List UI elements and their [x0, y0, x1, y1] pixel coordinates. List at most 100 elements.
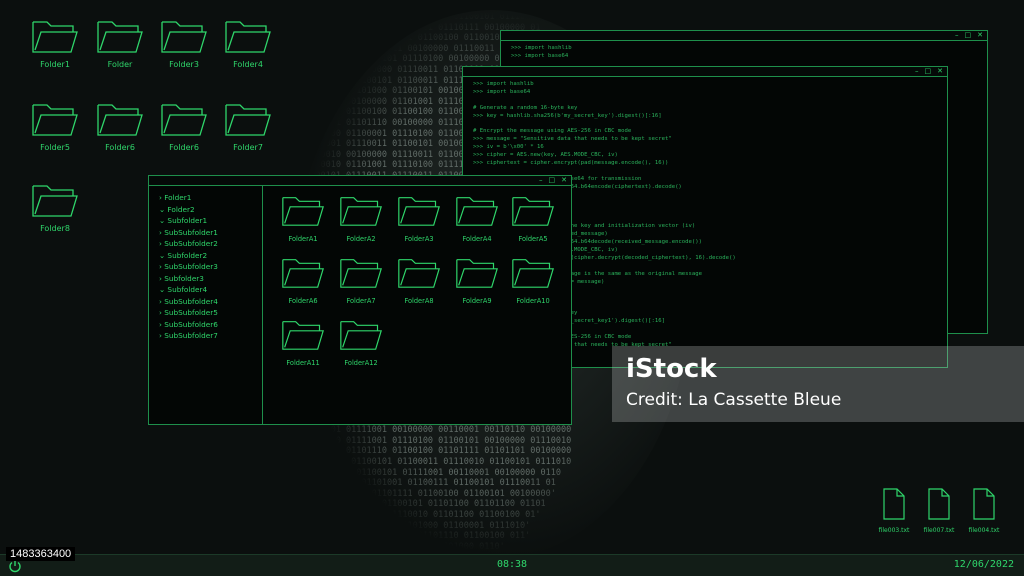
folder-icon: [23, 182, 87, 218]
folder-label: FolderA7: [346, 297, 376, 305]
file-explorer-window[interactable]: – □ ✕ › Folder1 ⌄ Folder2 ⌄ Subfolder1 › …: [148, 175, 572, 425]
tree-item[interactable]: › SubSubfolder6: [159, 319, 262, 331]
minimize-icon[interactable]: –: [955, 31, 959, 40]
tree-item[interactable]: ⌄ Subfolder1: [159, 215, 262, 227]
file-label: file003.txt: [878, 527, 910, 534]
tree-item[interactable]: ⌄ Subfolder4: [159, 284, 262, 296]
folder-label: Folder8: [40, 224, 70, 233]
folder-label: Folder6: [105, 143, 135, 152]
folder-label: Folder4: [233, 60, 263, 69]
folder-label: Folder5: [40, 143, 70, 152]
tree-item[interactable]: › Subfolder3: [159, 273, 262, 285]
window-titlebar[interactable]: – □ ✕: [149, 176, 571, 186]
folder-icon: [152, 18, 216, 54]
folder-icon: [397, 197, 441, 231]
maximize-icon[interactable]: □: [925, 67, 932, 76]
desktop-folder[interactable]: Folder3: [152, 18, 216, 69]
close-icon[interactable]: ✕: [561, 176, 567, 185]
folder-label: FolderA8: [404, 297, 434, 305]
folder-icon: [23, 101, 87, 137]
file-icon: [928, 488, 950, 524]
folder-icon: [455, 197, 499, 231]
folder-item[interactable]: FolderA3: [393, 194, 445, 243]
file-icon: [973, 488, 995, 524]
file-label: file007.txt: [923, 527, 955, 534]
text-file[interactable]: file007.txt: [917, 488, 961, 534]
tree-item[interactable]: › SubSubfolder2: [159, 238, 262, 250]
close-icon[interactable]: ✕: [977, 31, 983, 40]
folder-item[interactable]: FolderA6: [277, 256, 329, 305]
watermark-banner: iStock Credit: La Cassette Bleue: [612, 346, 1024, 422]
folder-item[interactable]: FolderA12: [335, 318, 387, 367]
maximize-icon[interactable]: □: [549, 176, 556, 185]
folder-icon: [339, 259, 383, 293]
folder-label: FolderA3: [404, 235, 434, 243]
folder-icon: [281, 259, 325, 293]
file-icon: [883, 488, 905, 524]
text-file[interactable]: file004.txt: [962, 488, 1006, 534]
folder-icon: [281, 321, 325, 355]
desktop-folder[interactable]: Folder8: [23, 182, 87, 233]
folder-icon: [281, 197, 325, 231]
tree-item[interactable]: › Folder1: [159, 192, 262, 204]
folder-icon: [23, 18, 87, 54]
folder-icon: [216, 18, 280, 54]
credit-text: Credit: La Cassette Bleue: [626, 390, 842, 410]
tree-item[interactable]: ⌄ Folder2: [159, 204, 262, 216]
desktop-folder[interactable]: Folder5: [23, 101, 87, 152]
desktop-folder[interactable]: Folder1: [23, 18, 87, 69]
folder-icon: [88, 18, 152, 54]
stock-id-label: 1483363400: [6, 547, 76, 561]
desktop-folder[interactable]: Folder4: [216, 18, 280, 69]
folder-icon: [216, 101, 280, 137]
folder-icon: [397, 259, 441, 293]
folder-icon: [88, 101, 152, 137]
desktop-folder[interactable]: Folder6: [152, 101, 216, 152]
minimize-icon[interactable]: –: [539, 176, 543, 185]
folder-label: FolderA2: [346, 235, 376, 243]
folder-item[interactable]: FolderA5: [507, 194, 559, 243]
tree-item[interactable]: ⌄ Subfolder2: [159, 250, 262, 262]
folder-icon: [339, 321, 383, 355]
folder-item[interactable]: FolderA1: [277, 194, 329, 243]
minimize-icon[interactable]: –: [915, 67, 919, 76]
folder-label: Folder6: [169, 143, 199, 152]
folder-tree: › Folder1 ⌄ Folder2 ⌄ Subfolder1 › SubSub…: [149, 186, 263, 424]
folder-item[interactable]: FolderA10: [507, 256, 559, 305]
folder-label: Folder: [107, 60, 133, 69]
folder-item[interactable]: FolderA9: [451, 256, 503, 305]
taskbar: 08:38 12/06/2022: [0, 554, 1024, 576]
folder-label: Folder7: [233, 143, 263, 152]
folder-icon: [511, 259, 555, 293]
folder-icon: [152, 101, 216, 137]
folder-contents: FolderA1 FolderA2 FolderA3 FolderA4 FolderA5…: [263, 186, 571, 424]
tree-item[interactable]: › SubSubfolder7: [159, 330, 262, 342]
maximize-icon[interactable]: □: [965, 31, 972, 40]
desktop-folder[interactable]: Folder6: [88, 101, 152, 152]
folder-item[interactable]: FolderA2: [335, 194, 387, 243]
close-icon[interactable]: ✕: [937, 67, 943, 76]
folder-icon: [511, 197, 555, 231]
clock-date: 12/06/2022: [953, 559, 1014, 570]
folder-label: FolderA9: [462, 297, 492, 305]
window-titlebar[interactable]: – □ ✕: [501, 31, 987, 41]
text-file[interactable]: file003.txt: [872, 488, 916, 534]
folder-item[interactable]: FolderA7: [335, 256, 387, 305]
folder-label: FolderA4: [462, 235, 492, 243]
folder-icon: [455, 259, 499, 293]
tree-item[interactable]: › SubSubfolder1: [159, 227, 262, 239]
desktop-folder[interactable]: Folder7: [216, 101, 280, 152]
tree-item[interactable]: › SubSubfolder4: [159, 296, 262, 308]
folder-item[interactable]: FolderA11: [277, 318, 329, 367]
clock-time: 08:38: [496, 559, 528, 570]
folder-label: FolderA12: [344, 359, 378, 367]
tree-item[interactable]: › SubSubfolder5: [159, 307, 262, 319]
folder-item[interactable]: FolderA8: [393, 256, 445, 305]
tree-item[interactable]: › SubSubfolder3: [159, 261, 262, 273]
window-titlebar[interactable]: – □ ✕: [463, 67, 947, 77]
file-label: file004.txt: [968, 527, 1000, 534]
folder-label: FolderA6: [288, 297, 318, 305]
desktop-folder[interactable]: Folder: [88, 18, 152, 69]
folder-label: Folder3: [169, 60, 199, 69]
folder-item[interactable]: FolderA4: [451, 194, 503, 243]
